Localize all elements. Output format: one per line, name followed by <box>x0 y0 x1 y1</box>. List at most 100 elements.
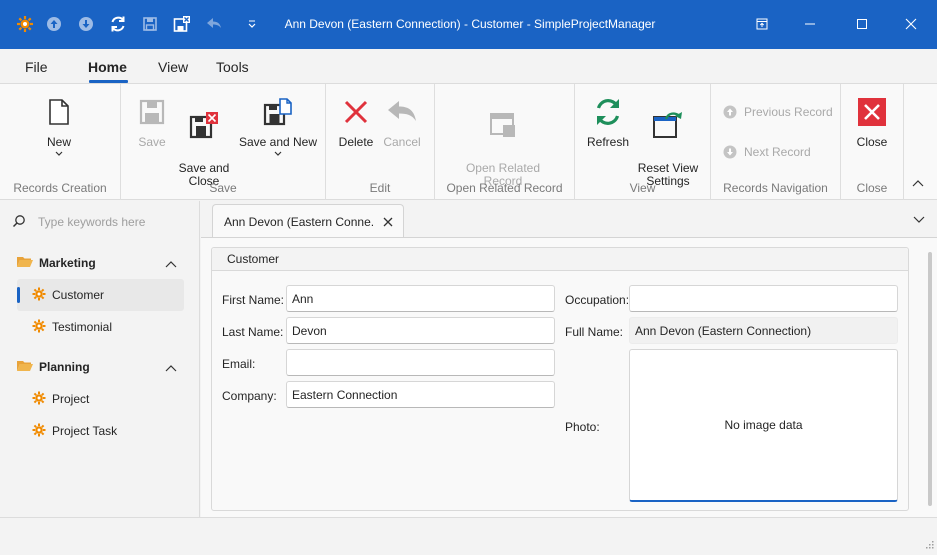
delete-button-label: Delete <box>338 135 374 149</box>
ribbon-group-label: Save <box>209 181 237 195</box>
detail-view: Customer First Name: Ann Last Name: Devo… <box>201 237 937 517</box>
close-icon[interactable] <box>383 216 393 230</box>
new-button[interactable]: New <box>30 96 88 157</box>
refresh-icon[interactable] <box>108 14 128 34</box>
maximize-icon[interactable] <box>852 14 872 34</box>
ribbon-group-label: Edit <box>369 181 391 195</box>
save-button[interactable]: Save <box>131 96 173 149</box>
chevron-down-icon <box>55 151 63 156</box>
gear-icon <box>32 391 46 408</box>
cancel-button-label: Cancel <box>383 135 421 149</box>
collapse-ribbon-icon[interactable] <box>912 176 924 190</box>
ribbon: New Records Creation Save Save and Close… <box>0 84 937 200</box>
window-title: Ann Devon (Eastern Connection) - Custome… <box>284 17 656 31</box>
delete-button[interactable]: Delete <box>336 96 376 149</box>
refresh-icon <box>592 96 624 128</box>
arrow-up-icon[interactable] <box>44 14 64 34</box>
group-title: Customer <box>212 248 908 271</box>
ribbon-group-open-related: Open Related Record Open Related Record <box>435 84 575 200</box>
title-bar: Ann Devon (Eastern Connection) - Custome… <box>0 0 937 49</box>
ribbon-group-label: Records Creation <box>13 181 107 195</box>
photo-image-field[interactable]: No image data <box>629 349 898 502</box>
refresh-button-label: Refresh <box>586 135 630 149</box>
customer-group: Customer First Name: Ann Last Name: Devo… <box>211 247 909 511</box>
close-button-label: Close <box>856 135 888 149</box>
gear-icon <box>32 423 46 440</box>
sidebar-item-label: Project <box>52 392 90 406</box>
pin-window-icon[interactable] <box>752 14 772 34</box>
close-icon <box>856 96 888 128</box>
close-window-icon[interactable] <box>901 14 921 34</box>
document-tab[interactable]: Ann Devon (Eastern Conne... <box>212 204 404 238</box>
gear-icon <box>32 319 46 336</box>
refresh-button[interactable]: Refresh <box>585 96 631 149</box>
search-input[interactable] <box>38 215 188 229</box>
chevron-down-icon <box>274 151 282 156</box>
company-field[interactable]: Eastern Connection <box>286 381 555 408</box>
first-name-label: First Name: <box>222 293 285 307</box>
ribbon-group-save: Save Save and Close Save and New Save <box>121 84 326 200</box>
save-close-icon <box>188 109 220 141</box>
delete-icon <box>340 96 372 128</box>
email-label: Email: <box>222 357 256 371</box>
folder-open-icon <box>17 359 33 375</box>
sidebar-item-label: Testimonial <box>52 320 113 334</box>
ribbon-group-edit: Delete Cancel Edit <box>326 84 435 200</box>
arrow-down-icon[interactable] <box>76 14 96 34</box>
nav-group-label: Planning <box>39 360 90 374</box>
save-close-icon[interactable] <box>172 14 192 34</box>
next-record-button[interactable]: Next Record <box>723 144 811 160</box>
tab-view[interactable]: View <box>158 59 188 75</box>
ribbon-group-label: View <box>629 181 656 195</box>
first-name-field[interactable]: Ann <box>286 285 555 312</box>
ribbon-group-records-navigation: Previous Record Next Record Records Navi… <box>711 84 841 200</box>
next-record-label: Next Record <box>744 145 811 159</box>
cancel-button[interactable]: Cancel <box>380 96 424 149</box>
ribbon-tabs: File Home View Tools <box>0 49 937 84</box>
close-button[interactable]: Close <box>853 96 891 149</box>
chevron-up-icon[interactable] <box>165 361 177 375</box>
full-name-field: Ann Devon (Eastern Connection) <box>629 317 898 344</box>
undo-icon <box>386 96 418 128</box>
sidebar-item-label: Project Task <box>52 424 118 438</box>
chevron-up-icon[interactable] <box>165 257 177 271</box>
app-logo-icon[interactable] <box>15 14 35 34</box>
nav-group-planning[interactable]: Planning <box>17 357 187 377</box>
nav-group-label: Marketing <box>39 256 96 270</box>
previous-record-button[interactable]: Previous Record <box>723 104 833 120</box>
chevron-down-icon[interactable] <box>913 213 925 227</box>
last-name-field[interactable]: Devon <box>286 317 555 344</box>
nav-group-marketing[interactable]: Marketing <box>17 253 187 273</box>
resize-grip-icon[interactable] <box>924 538 934 552</box>
sidebar-item-project-task[interactable]: Project Task <box>17 415 184 447</box>
ribbon-group-close: Close Close <box>841 84 904 200</box>
occupation-field[interactable] <box>629 285 898 312</box>
sidebar-item-testimonial[interactable]: Testimonial <box>17 311 184 343</box>
save-and-new-label: Save and New <box>238 135 318 149</box>
arrow-down-icon <box>723 144 739 160</box>
new-document-icon <box>43 96 75 128</box>
email-field[interactable] <box>286 349 555 376</box>
document-tabs: Ann Devon (Eastern Conne... <box>201 201 937 238</box>
document-tab-label: Ann Devon (Eastern Conne... <box>224 214 374 229</box>
save-icon[interactable] <box>140 14 160 34</box>
navigation-sidebar: Marketing Customer Testimonial Planning … <box>0 201 200 517</box>
search-box[interactable] <box>12 213 192 231</box>
minimize-icon[interactable] <box>800 14 820 34</box>
reset-view-icon <box>652 109 684 141</box>
photo-label: Photo: <box>565 420 600 434</box>
sidebar-item-customer[interactable]: Customer <box>17 279 184 311</box>
save-and-new-button[interactable]: Save and New <box>238 96 318 157</box>
gear-icon <box>32 287 46 304</box>
save-new-icon <box>262 96 294 128</box>
sidebar-item-label: Customer <box>52 288 105 302</box>
photo-placeholder-text: No image data <box>724 418 803 432</box>
tab-tools[interactable]: Tools <box>216 59 249 75</box>
tab-home[interactable]: Home <box>88 59 127 75</box>
tab-file[interactable]: File <box>25 59 48 75</box>
status-bar <box>0 517 937 555</box>
ribbon-group-records-creation: New Records Creation <box>0 84 121 200</box>
vertical-scrollbar[interactable] <box>928 252 932 506</box>
sidebar-item-project[interactable]: Project <box>17 383 184 415</box>
full-name-label: Full Name: <box>565 325 624 339</box>
